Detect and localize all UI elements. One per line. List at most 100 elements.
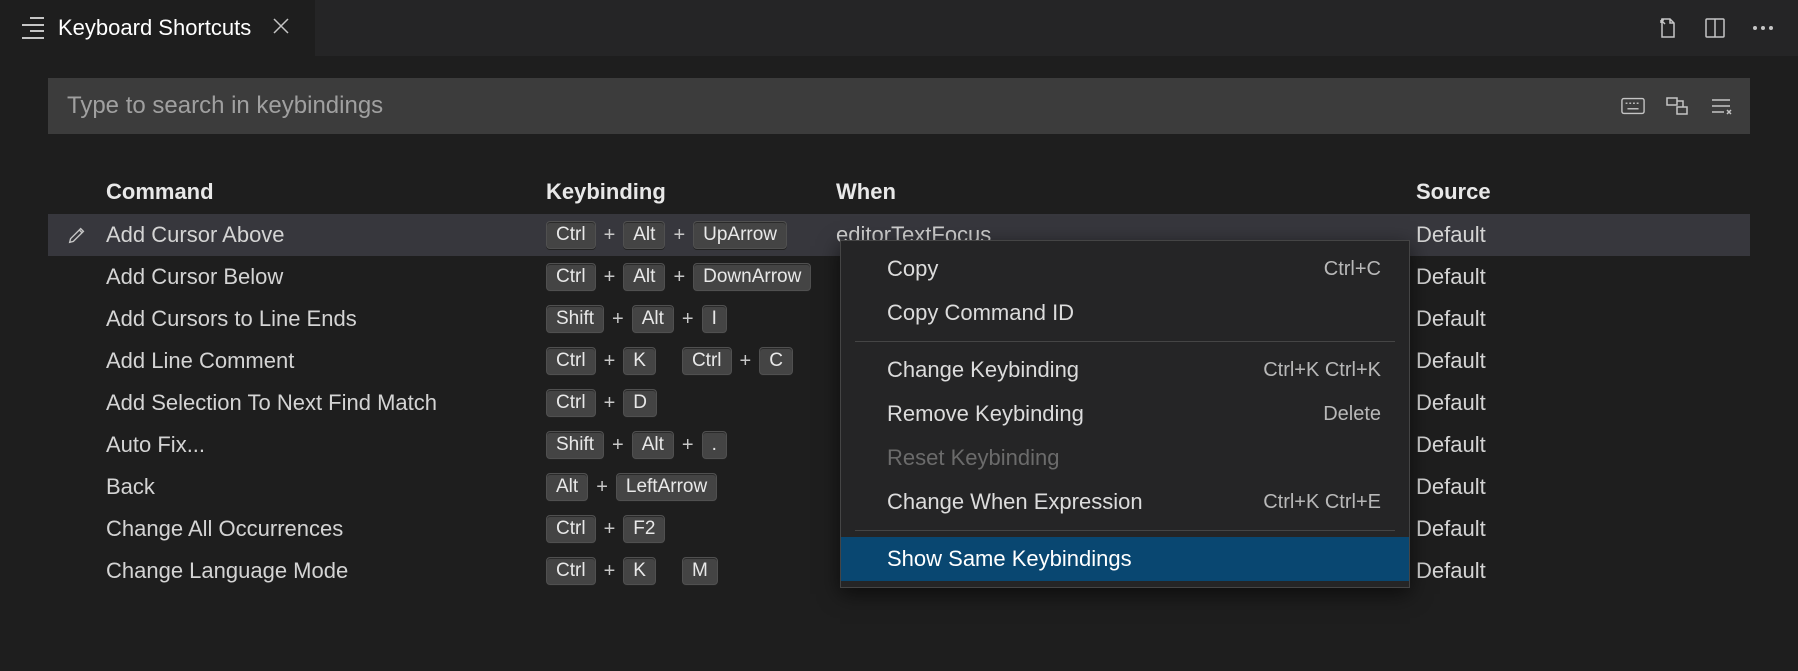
- plus-separator: +: [602, 350, 618, 373]
- key-cap: Shift: [546, 431, 604, 459]
- keybinding-cell: Ctrl+Alt+UpArrow: [546, 221, 836, 249]
- col-command[interactable]: Command: [106, 179, 546, 205]
- keybinding-cell: Ctrl +KM: [546, 557, 836, 585]
- key-cap: M: [682, 557, 718, 585]
- search-bar: [48, 78, 1750, 134]
- plus-separator: +: [602, 518, 618, 541]
- close-icon[interactable]: [265, 10, 297, 47]
- key-cap: C: [759, 347, 793, 375]
- key-cap: K: [623, 347, 656, 375]
- command-cell: Add Cursors to Line Ends: [106, 306, 546, 332]
- key-cap: Alt: [623, 263, 665, 291]
- context-menu-separator: [855, 341, 1395, 342]
- plus-separator: +: [680, 308, 696, 331]
- context-menu-label: Remove Keybinding: [887, 401, 1084, 427]
- context-menu-shortcut: Ctrl+K Ctrl+K: [1263, 359, 1381, 382]
- source-cell: Default: [1416, 390, 1750, 416]
- keybinding-cell: Ctrl+Alt+DownArrow: [546, 263, 836, 291]
- context-menu-label: Change When Expression: [887, 489, 1143, 515]
- key-cap: Alt: [546, 473, 588, 501]
- tab-keyboard-shortcuts[interactable]: Keyboard Shortcuts: [0, 0, 316, 56]
- clear-search-icon[interactable]: [1707, 92, 1735, 120]
- key-cap: Ctrl: [546, 515, 596, 543]
- keybinding-cell: Ctrl +D: [546, 389, 836, 417]
- command-cell: Add Cursor Above: [106, 222, 546, 248]
- command-cell: Back: [106, 474, 546, 500]
- editor-actions: [1654, 0, 1798, 56]
- key-cap: DownArrow: [693, 263, 811, 291]
- context-menu-label: Change Keybinding: [887, 357, 1079, 383]
- source-cell: Default: [1416, 474, 1750, 500]
- open-json-icon[interactable]: [1654, 15, 1680, 41]
- key-cap: Alt: [632, 431, 674, 459]
- key-cap: .: [702, 431, 727, 459]
- key-cap: Shift: [546, 305, 604, 333]
- context-menu-label: Reset Keybinding: [887, 445, 1059, 471]
- plus-separator: +: [610, 308, 626, 331]
- key-cap: K: [623, 557, 656, 585]
- keybinding-cell: Alt + LeftArrow: [546, 473, 836, 501]
- key-cap: Ctrl: [682, 347, 732, 375]
- split-editor-icon[interactable]: [1702, 15, 1728, 41]
- source-cell: Default: [1416, 222, 1750, 248]
- context-menu-separator: [855, 530, 1395, 531]
- context-menu-label: Copy: [887, 256, 938, 282]
- col-source[interactable]: Source: [1416, 179, 1750, 205]
- context-menu-item[interactable]: Copy Command ID: [841, 291, 1409, 335]
- keybinding-cell: Shift + Alt + I: [546, 305, 836, 333]
- keybinding-cell: Ctrl +F2: [546, 515, 836, 543]
- context-menu-label: Show Same Keybindings: [887, 546, 1132, 572]
- context-menu-item[interactable]: Change Keybinding Ctrl+K Ctrl+K: [841, 348, 1409, 392]
- context-menu-shortcut: Ctrl+C: [1324, 258, 1381, 281]
- col-keybinding[interactable]: Keybinding: [546, 179, 836, 205]
- key-cap: Alt: [632, 305, 674, 333]
- key-cap: D: [623, 389, 657, 417]
- key-cap: Alt: [623, 221, 665, 249]
- edit-icon[interactable]: [48, 224, 106, 246]
- key-cap: F2: [623, 515, 665, 543]
- plus-separator: +: [671, 266, 687, 289]
- command-cell: Add Cursor Below: [106, 264, 546, 290]
- plus-separator: +: [680, 434, 696, 457]
- command-cell: Auto Fix...: [106, 432, 546, 458]
- command-cell: Change All Occurrences: [106, 516, 546, 542]
- context-menu-label: Copy Command ID: [887, 300, 1074, 326]
- tab-title: Keyboard Shortcuts: [58, 15, 251, 41]
- tab-bar: Keyboard Shortcuts: [0, 0, 1798, 56]
- source-cell: Default: [1416, 516, 1750, 542]
- context-menu-item[interactable]: Show Same Keybindings: [841, 537, 1409, 581]
- plus-separator: +: [602, 224, 618, 247]
- key-cap: LeftArrow: [616, 473, 717, 501]
- context-menu: Copy Ctrl+C Copy Command ID Change Keybindi…: [840, 240, 1410, 588]
- more-actions-icon[interactable]: [1750, 15, 1776, 41]
- key-cap: I: [702, 305, 727, 333]
- source-cell: Default: [1416, 264, 1750, 290]
- col-when[interactable]: When: [836, 179, 1416, 205]
- context-menu-shortcut: Ctrl+K Ctrl+E: [1263, 491, 1381, 514]
- key-cap: Ctrl: [546, 347, 596, 375]
- context-menu-item: Reset Keybinding: [841, 436, 1409, 480]
- key-cap: Ctrl: [546, 389, 596, 417]
- sort-by-precedence-icon[interactable]: [1663, 92, 1691, 120]
- context-menu-shortcut: Delete: [1323, 403, 1381, 426]
- plus-separator: +: [602, 560, 618, 583]
- source-cell: Default: [1416, 558, 1750, 584]
- source-cell: Default: [1416, 432, 1750, 458]
- source-cell: Default: [1416, 306, 1750, 332]
- plus-separator: +: [602, 392, 618, 415]
- key-cap: Ctrl: [546, 221, 596, 249]
- context-menu-item[interactable]: Remove Keybinding Delete: [841, 392, 1409, 436]
- plus-separator: +: [594, 476, 610, 499]
- source-cell: Default: [1416, 348, 1750, 374]
- context-menu-item[interactable]: Copy Ctrl+C: [841, 247, 1409, 291]
- record-keys-icon[interactable]: [1619, 92, 1647, 120]
- keybinding-cell: Shift+Alt+.: [546, 431, 836, 459]
- context-menu-item[interactable]: Change When Expression Ctrl+K Ctrl+E: [841, 480, 1409, 524]
- search-input[interactable]: [49, 92, 1619, 120]
- key-cap: Ctrl: [546, 557, 596, 585]
- key-cap: Ctrl: [546, 263, 596, 291]
- table-header: Command Keybinding When Source: [48, 172, 1750, 214]
- key-cap: UpArrow: [693, 221, 787, 249]
- command-cell: Add Line Comment: [106, 348, 546, 374]
- keybinding-cell: Ctrl+KCtrl+C: [546, 347, 836, 375]
